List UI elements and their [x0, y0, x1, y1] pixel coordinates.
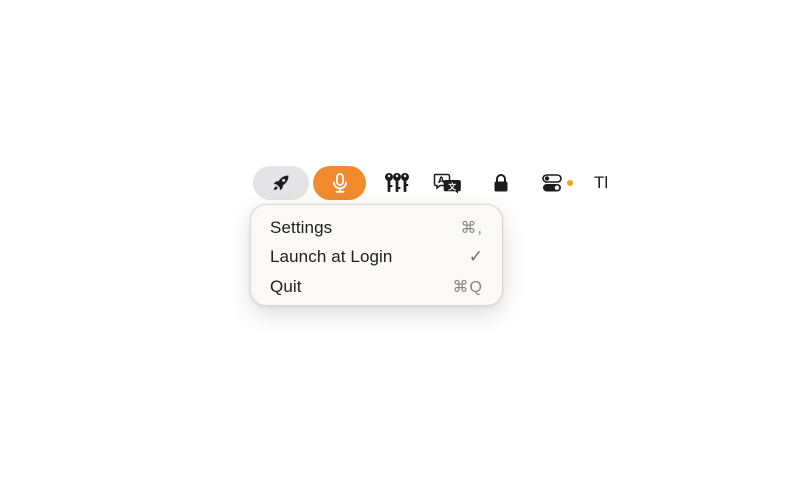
menubar-microphone-button[interactable]: [313, 166, 366, 200]
rocket-icon: [271, 173, 291, 193]
toggles-icon: [542, 173, 562, 193]
status-dot: [567, 180, 573, 186]
menubar-translate-button[interactable]: A 文: [429, 166, 467, 200]
keys-icon: [384, 172, 410, 194]
lock-icon: [493, 173, 509, 193]
svg-text:文: 文: [448, 181, 457, 191]
menubar-keys-button[interactable]: [378, 166, 416, 200]
menu-item-launch-at-login[interactable]: Launch at Login ✓: [251, 243, 502, 273]
menu-item-settings[interactable]: Settings ⌘,: [251, 213, 502, 243]
checkmark-icon: ✓: [468, 247, 483, 267]
menubar-toggles-button[interactable]: [537, 166, 567, 200]
menu-item-label: Launch at Login: [270, 247, 393, 267]
menu-item-label: Settings: [270, 217, 333, 237]
translate-icon: A 文: [433, 172, 463, 194]
shortcut-hint: ⌘Q: [452, 278, 483, 296]
menu-item-label: Quit: [270, 276, 302, 296]
menubar-lock-button[interactable]: [482, 166, 520, 200]
shortcut-hint: ⌘,: [460, 219, 483, 237]
menubar-truncated-text: Tl: [594, 173, 609, 192]
microphone-icon: [330, 172, 350, 194]
dropdown-menu: Settings ⌘, Launch at Login ✓ Quit ⌘Q: [250, 204, 503, 306]
menu-bar: A 文 Tl: [253, 166, 609, 200]
menu-item-quit[interactable]: Quit ⌘Q: [251, 272, 502, 302]
screen: A 文 Tl Settings ⌘, Launch at Login ✓ Qui…: [0, 0, 800, 500]
menubar-rocket-button[interactable]: [253, 166, 309, 200]
